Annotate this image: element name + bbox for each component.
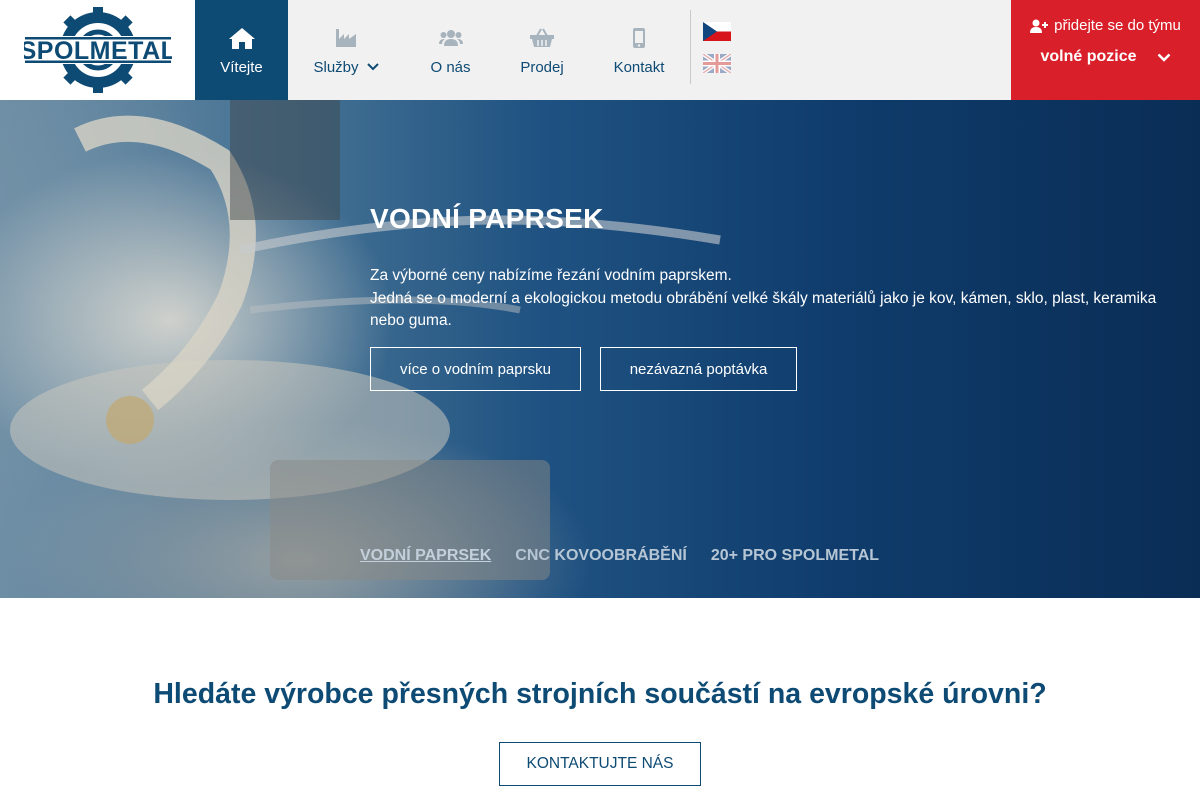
hero-slider: VODNÍ PAPRSEK Za výborné ceny nabízíme ř… [0,100,1200,598]
join-team-button[interactable]: přidejte se do týmu volné pozice [1011,0,1200,100]
slide-tab-waterjet[interactable]: VODNÍ PAPRSEK [360,547,491,565]
site-header: SPOLMETAL Vítejte Služby O nás Prodej Ko… [0,0,1200,100]
nav-item-home[interactable]: Vítejte [195,0,288,100]
chevron-down-icon [1157,53,1170,62]
basket-icon [530,25,554,51]
hero-title: VODNÍ PAPRSEK [370,203,604,234]
gear-logo-icon: SPOLMETAL [23,7,172,93]
main-nav: Vítejte Služby O nás Prodej Kontakt [195,0,691,100]
nav-item-label: Kontakt [613,58,665,76]
lang-cz-button[interactable] [703,22,731,41]
users-icon [438,25,463,51]
nav-item-services[interactable]: Služby [288,0,404,100]
slide-tab-cnc[interactable]: CNC KOVOOBRÁBĚNÍ [515,547,687,565]
lang-en-button[interactable] [701,52,733,75]
nav-item-contact[interactable]: Kontakt [587,0,691,100]
contact-us-button[interactable]: KONTAKTUJTE NÁS [499,742,701,786]
nav-item-label: Vítejte [220,58,263,76]
nav-item-label: Prodej [520,58,564,76]
logo[interactable]: SPOLMETAL [0,0,195,100]
nav-item-label: Služby [313,58,359,76]
home-icon [228,25,256,51]
uk-flag-icon [701,52,733,75]
inquiry-button[interactable]: nezávazná poptávka [600,347,797,391]
chevron-down-icon [366,63,379,71]
more-waterjet-button[interactable]: více o vodním paprsku [370,347,581,391]
factory-icon [335,25,357,51]
slide-tabs: VODNÍ PAPRSEK CNC KOVOOBRÁBĚNÍ 20+ PRO S… [360,547,879,565]
hero-text-line: Za výborné ceny nabízíme řezání vodním p… [370,267,732,284]
czech-flag-icon [703,22,731,41]
divider [690,10,691,84]
open-positions-label: volné pozice [1040,48,1137,65]
cta-title: Hledáte výrobce přesných strojních součá… [153,678,1047,710]
logo-text: SPOLMETAL [24,37,172,65]
user-plus-icon [1030,19,1049,33]
hero-description: Za výborné ceny nabízíme řezání vodním p… [370,265,1160,333]
nav-item-label: O nás [430,58,471,76]
mobile-icon [632,25,646,51]
nav-item-about[interactable]: O nás [404,0,497,100]
nav-item-sales[interactable]: Prodej [497,0,587,100]
hero-text-line: Jedná se o moderní a ekologickou metodu … [370,289,1157,330]
join-team-label: přidejte se do týmu [1054,17,1181,34]
slide-tab-20-plus[interactable]: 20+ PRO SPOLMETAL [711,547,879,565]
